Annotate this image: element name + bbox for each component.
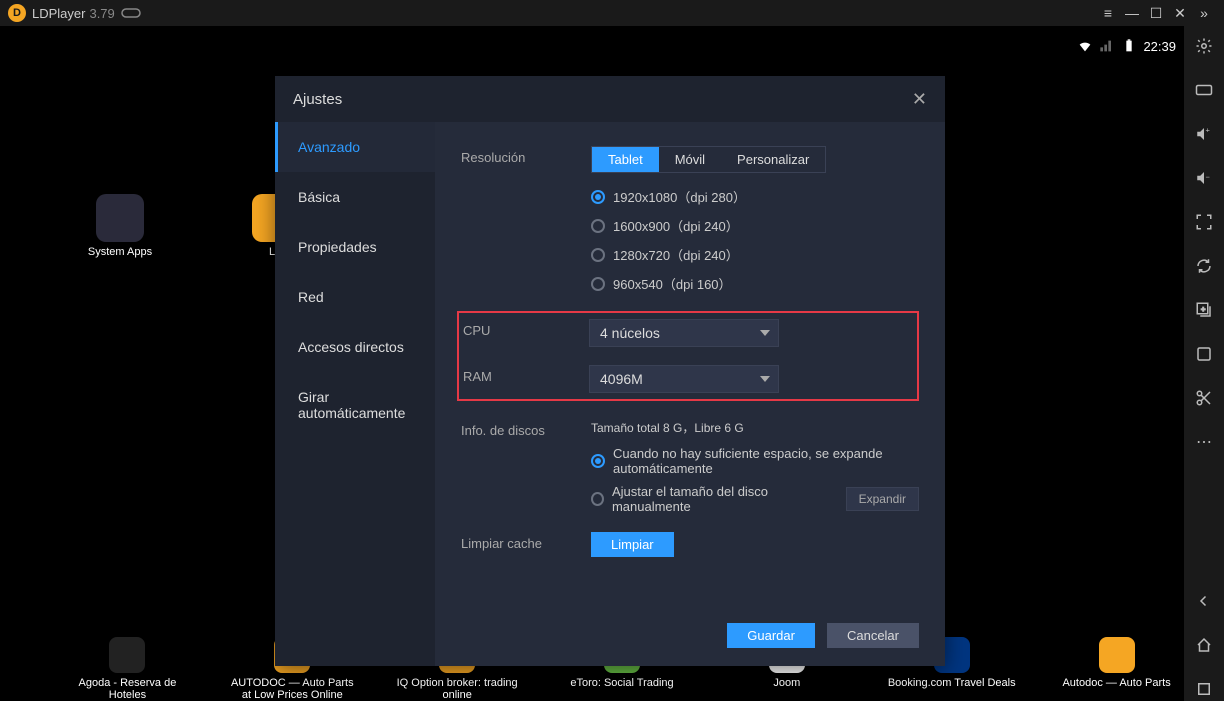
app-label: Booking.com Travel Deals [884, 677, 1019, 689]
volume-up-icon[interactable]: + [1192, 122, 1216, 146]
ram-label: RAM [459, 365, 589, 384]
keyboard-icon[interactable] [1192, 78, 1216, 102]
wifi-icon [1077, 38, 1093, 54]
nav-item[interactable]: Básica [275, 172, 435, 222]
settings-dialog: Ajustes ✕ AvanzadoBásicaPropiedadesRedAc… [275, 76, 945, 666]
clear-cache-button[interactable]: Limpiar [591, 532, 674, 557]
app-logo-icon: D [8, 4, 26, 22]
fullscreen-icon[interactable] [1192, 210, 1216, 234]
clock: 22:39 [1143, 39, 1176, 54]
app-version: 3.79 [89, 6, 114, 21]
resolution-radio[interactable]: 1600x900（dpi 240） [591, 216, 919, 235]
close-dialog-button[interactable]: ✕ [912, 89, 927, 110]
nav-item[interactable]: Accesos directos [275, 322, 435, 372]
app-label: Agoda - Reserva de Hoteles [60, 677, 195, 701]
save-button[interactable]: Guardar [727, 623, 815, 648]
radio-icon [591, 277, 605, 291]
expand-disk-button[interactable]: Expandir [846, 487, 919, 511]
radio-label: Cuando no hay suficiente espacio, se exp… [613, 446, 903, 476]
radio-label: 1920x1080（dpi 280） [613, 187, 746, 206]
home-icon[interactable] [1192, 633, 1216, 657]
app-shortcut[interactable]: Autodoc — Auto Parts [1049, 637, 1184, 689]
app-label: Autodoc — Auto Parts [1049, 677, 1184, 689]
icon-label: System Apps [88, 246, 152, 258]
resolution-radio[interactable]: 1280x720（dpi 240） [591, 245, 919, 264]
scissors-icon[interactable] [1192, 386, 1216, 410]
radio-label: 1280x720（dpi 240） [613, 245, 739, 264]
volume-down-icon[interactable]: − [1192, 166, 1216, 190]
app-label: IQ Option broker: trading online [390, 677, 525, 701]
clear-cache-label: Limpiar cache [461, 532, 591, 551]
cpu-select[interactable]: 4 núcelos [589, 319, 779, 347]
cancel-button[interactable]: Cancelar [827, 623, 919, 648]
app-shortcut[interactable]: Agoda - Reserva de Hoteles [60, 637, 195, 701]
recents-icon[interactable] [1192, 677, 1216, 701]
chevron-down-icon [760, 376, 770, 382]
radio-icon [591, 454, 605, 468]
resolution-mode-tabs: Tablet Móvil Personalizar [591, 146, 826, 173]
cpu-value: 4 núcelos [600, 325, 660, 341]
multi-instance-icon[interactable]: + [1192, 298, 1216, 322]
svg-text:+: + [1201, 305, 1206, 314]
radio-icon [591, 248, 605, 262]
minimize-button[interactable]: — [1120, 5, 1144, 21]
maximize-button[interactable]: ☐ [1144, 5, 1168, 22]
nav-item[interactable]: Red [275, 272, 435, 322]
radio-label: 1600x900（dpi 240） [613, 216, 739, 235]
disk-manual-radio[interactable]: Ajustar el tamaño del disco manualmente … [591, 484, 919, 514]
system-apps-icon[interactable]: System Apps [80, 194, 160, 258]
dialog-header: Ajustes ✕ [275, 76, 945, 122]
radio-icon [591, 190, 605, 204]
resolution-label: Resolución [461, 146, 591, 165]
gamepad-icon [121, 6, 141, 20]
menu-icon[interactable]: ≡ [1096, 5, 1120, 21]
emulator-screen: 22:39 System Apps LD Agoda - Reserva de … [0, 26, 1184, 701]
nav-item[interactable]: Propiedades [275, 222, 435, 272]
battery-icon [1121, 38, 1137, 54]
app-label: Joom [719, 677, 854, 689]
android-status-bar: 22:39 [1077, 38, 1176, 54]
back-icon[interactable] [1192, 589, 1216, 613]
svg-text:+: + [1206, 126, 1211, 135]
app-label: AUTODOC — Auto Parts at Low Prices Onlin… [225, 677, 360, 701]
radio-label: Ajustar el tamaño del disco manualmente [612, 484, 826, 514]
radio-icon [591, 492, 604, 506]
close-window-button[interactable]: ✕ [1168, 5, 1192, 22]
app-icon [109, 637, 145, 673]
dialog-title: Ajustes [293, 91, 342, 108]
radio-icon [591, 219, 605, 233]
settings-content: Resolución Tablet Móvil Personalizar 192… [435, 122, 945, 666]
cpu-label: CPU [459, 319, 589, 338]
svg-text:−: − [1206, 173, 1211, 182]
gear-icon[interactable] [1192, 34, 1216, 58]
sync-icon[interactable] [1192, 254, 1216, 278]
right-toolbar: + − + ⋯ [1184, 26, 1224, 701]
app-name: LDPlayer [32, 6, 85, 21]
tab-mobile[interactable]: Móvil [659, 147, 721, 172]
more-icon[interactable]: ⋯ [1192, 430, 1216, 454]
signal-icon [1099, 38, 1115, 54]
app-label: eToro: Social Trading [555, 677, 690, 689]
nav-item[interactable]: Avanzado [275, 122, 435, 172]
resolution-radio[interactable]: 960x540（dpi 160） [591, 274, 919, 293]
chevron-down-icon [760, 330, 770, 336]
ram-value: 4096M [600, 371, 643, 387]
titlebar: D LDPlayer 3.79 ≡ — ☐ ✕ » [0, 0, 1224, 26]
cpu-ram-highlight: CPU 4 núcelos RAM 4096M [457, 311, 919, 401]
apk-icon[interactable] [1192, 342, 1216, 366]
disk-auto-radio[interactable]: Cuando no hay suficiente espacio, se exp… [591, 446, 919, 476]
ram-select[interactable]: 4096M [589, 365, 779, 393]
disk-info-label: Info. de discos [461, 419, 591, 438]
tab-custom[interactable]: Personalizar [721, 147, 825, 172]
settings-nav: AvanzadoBásicaPropiedadesRedAccesos dire… [275, 122, 435, 666]
collapse-toolbar-button[interactable]: » [1192, 5, 1216, 21]
app-icon [1099, 637, 1135, 673]
radio-label: 960x540（dpi 160） [613, 274, 732, 293]
resolution-radio[interactable]: 1920x1080（dpi 280） [591, 187, 919, 206]
nav-item[interactable]: Girar automáticamente [275, 372, 435, 438]
disk-size-text: Tamaño total 8 G，Libre 6 G [591, 419, 919, 436]
tab-tablet[interactable]: Tablet [592, 147, 659, 172]
